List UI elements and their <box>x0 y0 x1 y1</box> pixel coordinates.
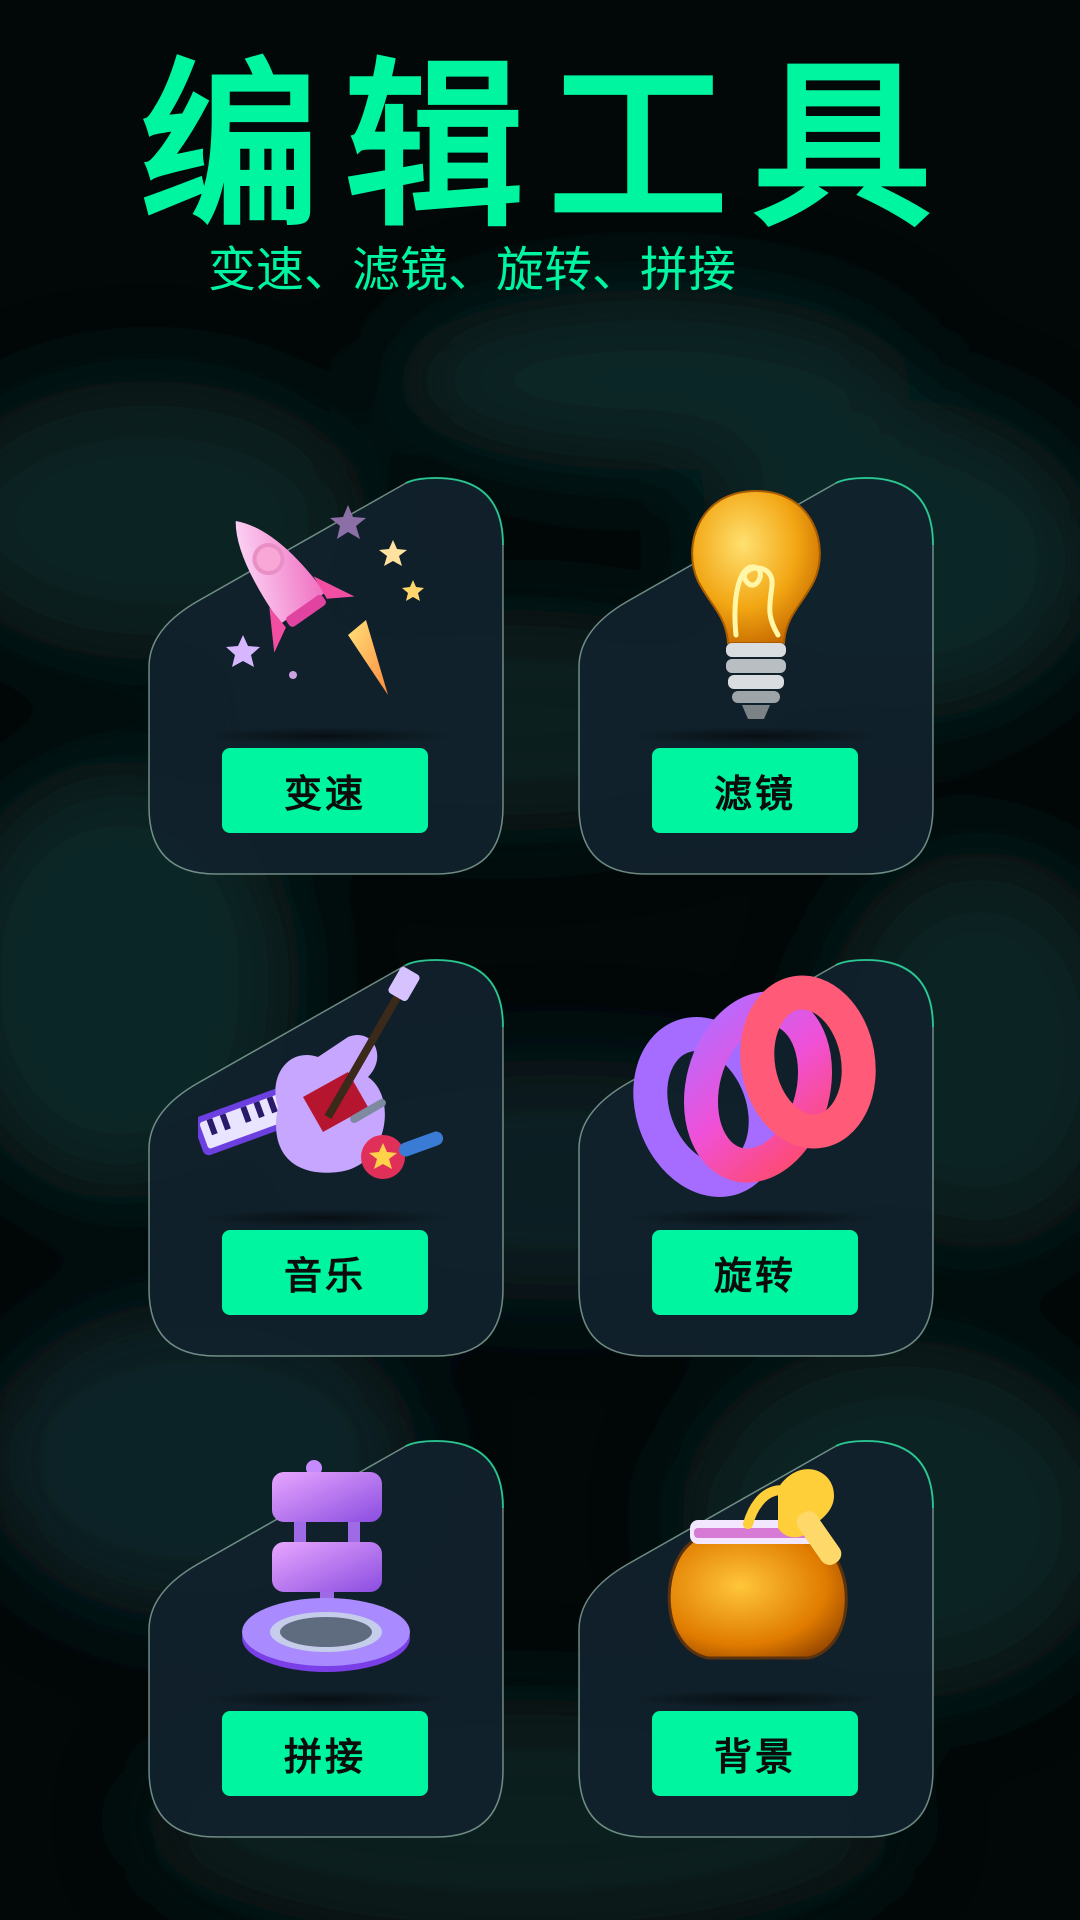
tool-card-music[interactable]: 音乐 <box>148 959 504 1357</box>
rotate-button[interactable]: 旋转 <box>652 1230 858 1315</box>
page-subtitle: 变速、滤镜、旋转、拼接 <box>208 242 737 298</box>
filter-button[interactable]: 滤镜 <box>652 748 858 833</box>
music-button[interactable]: 音乐 <box>222 1230 428 1315</box>
splice-button[interactable]: 拼接 <box>222 1711 428 1796</box>
guitar-keyboard-icon <box>198 967 444 1179</box>
icon-shadow <box>626 1209 886 1227</box>
icon-shadow <box>196 1209 456 1227</box>
twisted-loop-icon <box>633 975 876 1197</box>
rocket-icon <box>226 505 424 695</box>
tool-card-speed[interactable]: 变速 <box>148 477 504 875</box>
speed-button[interactable]: 变速 <box>222 748 428 833</box>
tool-card-rotate[interactable]: 旋转 <box>578 959 934 1357</box>
honey-pot-icon <box>667 1469 848 1660</box>
icon-shadow <box>626 727 886 745</box>
icon-shadow <box>196 727 456 745</box>
light-bulb-icon <box>691 489 821 719</box>
page-title: 编辑工具 <box>140 43 957 252</box>
background-button[interactable]: 背景 <box>652 1711 858 1796</box>
tool-card-filter[interactable]: 滤镜 <box>578 477 934 875</box>
tool-card-background[interactable]: 背景 <box>578 1440 934 1838</box>
stacked-blocks-icon <box>242 1460 410 1672</box>
tool-card-splice[interactable]: 拼接 <box>148 1440 504 1838</box>
icon-shadow <box>196 1690 456 1708</box>
icon-shadow <box>626 1690 886 1708</box>
